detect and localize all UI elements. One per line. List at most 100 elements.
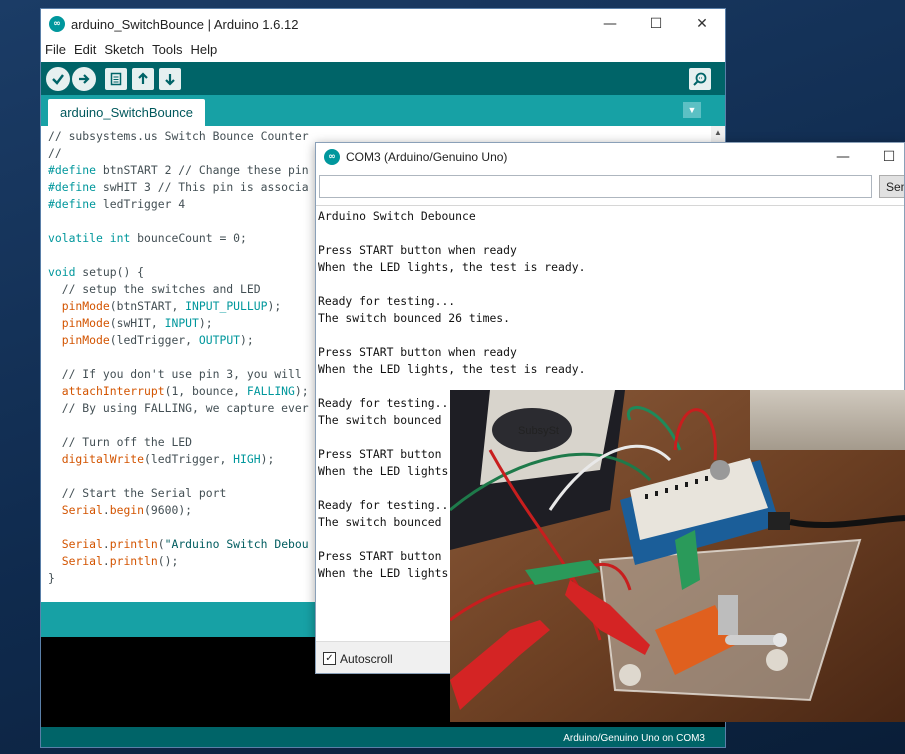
send-button[interactable]: Send (879, 175, 904, 198)
code-token: println (109, 554, 158, 568)
menu-tools[interactable]: Tools (152, 42, 182, 57)
menu-help[interactable]: Help (190, 42, 217, 57)
board-status-bar: Arduino/Genuino Uno on COM3 (41, 727, 725, 747)
ide-window-title: arduino_SwitchBounce | Arduino 1.6.12 (71, 16, 299, 32)
code-line: pinMode(btnSTART, INPUT_PULLUP); (48, 298, 281, 315)
code-token: FALLING (246, 384, 295, 398)
code-token: btnSTART 2 // Change these pin (96, 163, 309, 177)
code-line: } (48, 570, 55, 587)
code-token: attachInterrupt (61, 384, 165, 398)
hardware-photo: SubsySt (450, 390, 905, 722)
code-token: (swHIT, (109, 316, 165, 330)
code-token: #define (48, 163, 97, 177)
menu-edit[interactable]: Edit (74, 42, 96, 57)
code-line: Serial.println("Arduino Switch Debou (48, 536, 309, 553)
serial-output-line: The switch bounced 26 times. (318, 311, 511, 325)
code-line: #define btnSTART 2 // Change these pin (48, 162, 309, 179)
scroll-up-icon[interactable]: ▲ (714, 128, 722, 137)
code-token: bounceCount = 0; (130, 231, 247, 245)
code-token: int (109, 231, 131, 245)
upload-button[interactable] (72, 67, 96, 91)
menu-sketch[interactable]: Sketch (104, 42, 144, 57)
code-token: #define (48, 180, 97, 194)
serial-output-line: Press START button (318, 549, 442, 563)
menu-file[interactable]: File (45, 42, 66, 57)
code-line: // If you don't use pin 3, you will (48, 366, 302, 383)
code-line: // By using FALLING, we capture ever (48, 400, 309, 417)
serial-output-line: Press START button (318, 447, 442, 461)
magnifier-icon (693, 72, 707, 86)
code-token: OUTPUT (198, 333, 241, 347)
code-token: swHIT 3 // This pin is associa (96, 180, 309, 194)
new-button[interactable] (105, 68, 127, 90)
code-token: #define (48, 197, 97, 211)
code-token: (ledTrigger, (109, 333, 199, 347)
tab-sketch[interactable]: arduino_SwitchBounce (48, 99, 205, 126)
code-line: #define ledTrigger 4 (48, 196, 185, 213)
code-line: pinMode(ledTrigger, OUTPUT); (48, 332, 254, 349)
serial-sendbar: Send (319, 175, 904, 199)
arrow-up-icon (138, 72, 148, 84)
code-token: (ledTrigger, (144, 452, 234, 466)
maximize-icon[interactable]: ☐ (866, 143, 904, 171)
code-token: // setup the switches and LED (48, 282, 261, 296)
minimize-icon[interactable]: — (587, 9, 633, 39)
switch-test-rig-photo: SubsySt (450, 390, 905, 722)
serial-output-line: Ready for testing... (318, 294, 456, 308)
arrow-down-icon (165, 74, 175, 86)
board-text: SubsySt (518, 425, 559, 437)
code-token: (btnSTART, (109, 299, 186, 313)
checkmark-icon (52, 74, 64, 85)
serial-monitor-button[interactable] (689, 68, 711, 90)
code-token: . (102, 537, 110, 551)
code-token: pinMode (61, 299, 110, 313)
code-token: . (102, 554, 110, 568)
code-line: volatile int bounceCount = 0; (48, 230, 247, 247)
code-token: ); (267, 299, 282, 313)
save-button[interactable] (159, 68, 181, 90)
serial-titlebar[interactable]: ∞ COM3 (Arduino/Genuino Uno) — ☐ ✕ (316, 143, 904, 171)
ide-menubar: File Edit Sketch Tools Help (41, 39, 725, 59)
serial-window-title: COM3 (Arduino/Genuino Uno) (346, 150, 508, 164)
code-token: } (48, 571, 55, 585)
code-token: // If you don't use pin 3, you will (48, 367, 302, 381)
maximize-icon[interactable]: ☐ (633, 9, 679, 39)
close-icon[interactable]: ✕ (679, 9, 725, 39)
code-token: // Start the Serial port (48, 486, 227, 500)
code-token: ); (260, 452, 275, 466)
tab-menu-chevron-down-icon[interactable]: ▼ (683, 102, 701, 118)
open-button[interactable] (132, 68, 154, 90)
ide-tabbar: arduino_SwitchBounce ▼ (41, 95, 725, 126)
minimize-icon[interactable]: — (820, 143, 866, 171)
serial-output-line: When the LED lights (318, 566, 449, 580)
code-token: Serial (61, 503, 103, 517)
code-token: void (48, 265, 76, 279)
code-token: (1, bounce, (164, 384, 247, 398)
code-token: // (48, 146, 62, 160)
serial-output-line: Ready for testing... (318, 396, 456, 410)
serial-send-input[interactable] (319, 175, 872, 198)
code-token: println (109, 537, 158, 551)
code-token: // Turn off the LED (48, 435, 193, 449)
code-token: Serial (61, 537, 103, 551)
code-line: digitalWrite(ledTrigger, HIGH); (48, 451, 275, 468)
code-line: #define swHIT 3 // This pin is associa (48, 179, 309, 196)
arduino-logo-icon: ∞ (49, 16, 65, 32)
ide-titlebar[interactable]: ∞ arduino_SwitchBounce | Arduino 1.6.12 … (41, 9, 725, 39)
code-token: // By using FALLING, we capture ever (48, 401, 309, 415)
code-token: pinMode (61, 333, 110, 347)
code-token: HIGH (233, 452, 261, 466)
code-line: // Start the Serial port (48, 485, 227, 502)
code-token: ); (240, 333, 254, 347)
code-line: // setup the switches and LED (48, 281, 261, 298)
autoscroll-checkbox[interactable]: ✓ (323, 652, 336, 665)
verify-button[interactable] (46, 67, 70, 91)
serial-output-line: When the LED lights, the test is ready. (318, 362, 586, 376)
